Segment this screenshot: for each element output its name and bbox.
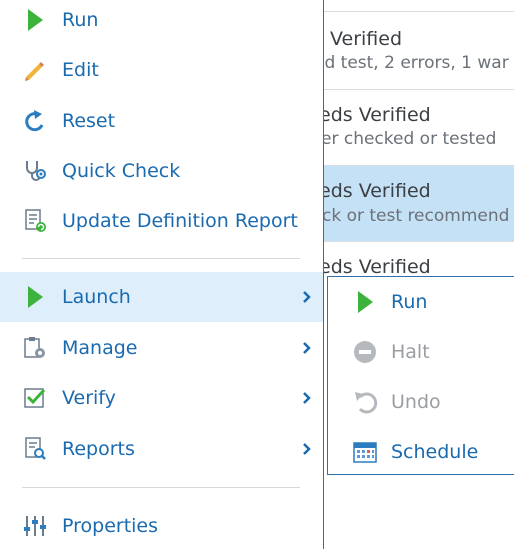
row-subtitle: ed test, 2 errors, 1 war: [314, 53, 509, 73]
menu-item-label: Update Definition Report: [62, 210, 298, 232]
submenu-item-label: Schedule: [391, 441, 479, 463]
checkbox-icon: [22, 385, 48, 411]
play-icon: [22, 284, 48, 310]
menu-item-reset[interactable]: Reset: [0, 96, 323, 146]
menu-item-properties[interactable]: Properties: [0, 501, 323, 549]
play-icon: [22, 7, 48, 33]
report-update-icon: [22, 208, 48, 234]
menu-item-label: Quick Check: [62, 160, 181, 182]
menu-item-label: Reports: [62, 438, 135, 460]
submenu-item-run[interactable]: Run: [328, 277, 514, 327]
menu-item-reports[interactable]: Reports: [0, 424, 323, 474]
menu-item-update-definition-report[interactable]: Update Definition Report: [0, 196, 323, 246]
menu-separator: [22, 487, 300, 488]
launch-submenu: Run Halt Undo Schedule: [327, 276, 514, 475]
menu-item-verify[interactable]: Verify: [0, 373, 323, 423]
row-title: eds Verified: [319, 180, 431, 202]
submenu-item-undo[interactable]: Undo: [328, 377, 514, 427]
menu-item-manage[interactable]: Manage: [0, 323, 323, 373]
chevron-right-icon: [300, 287, 314, 307]
row-title: Verified: [330, 28, 403, 50]
row-title: eds Verified: [319, 256, 431, 278]
submenu-item-halt[interactable]: Halt: [328, 327, 514, 377]
menu-item-launch[interactable]: Launch: [0, 272, 323, 322]
sliders-icon: [22, 513, 48, 539]
menu-separator: [22, 258, 300, 259]
row-subtitle: ck or test recommend: [322, 206, 510, 226]
report-search-icon: [22, 436, 48, 462]
clipboard-gear-icon: [22, 335, 48, 361]
context-menu: Run Edit Reset Quick Check Update Defini…: [0, 0, 324, 549]
menu-item-quick-check[interactable]: Quick Check: [0, 146, 323, 196]
reset-icon: [22, 108, 48, 134]
chevron-right-icon: [300, 388, 314, 408]
menu-item-label: Launch: [62, 286, 131, 308]
menu-item-label: Verify: [62, 387, 116, 409]
chevron-right-icon: [300, 439, 314, 459]
halt-icon: [352, 339, 378, 365]
row-subtitle: er checked or tested: [321, 129, 497, 149]
pencil-icon: [22, 57, 48, 83]
menu-item-label: Manage: [62, 337, 138, 359]
play-icon: [352, 289, 378, 315]
undo-icon: [352, 389, 378, 415]
submenu-item-label: Undo: [391, 391, 441, 413]
menu-item-label: Edit: [62, 59, 99, 81]
chevron-right-icon: [300, 338, 314, 358]
row-title: eds Verified: [319, 104, 431, 126]
menu-item-edit[interactable]: Edit: [0, 45, 323, 95]
menu-item-run[interactable]: Run: [0, 0, 323, 45]
calendar-icon: [352, 439, 378, 465]
submenu-item-label: Run: [391, 291, 428, 313]
menu-item-label: Properties: [62, 515, 159, 537]
menu-item-label: Run: [62, 9, 99, 31]
menu-item-label: Reset: [62, 110, 116, 132]
stethoscope-icon: [22, 158, 48, 184]
submenu-item-schedule[interactable]: Schedule: [328, 427, 514, 477]
submenu-item-label: Halt: [391, 341, 430, 363]
